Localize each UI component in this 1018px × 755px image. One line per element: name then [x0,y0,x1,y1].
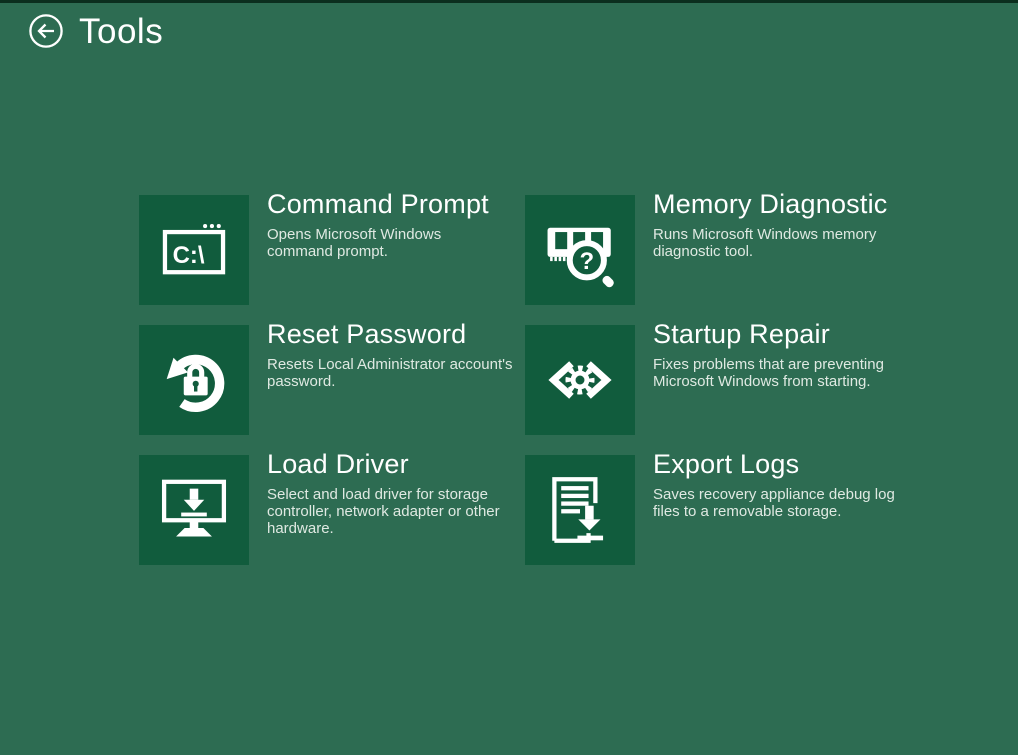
memory-diagnostic-icon-box: ? [525,195,635,305]
tool-title: Load Driver [267,448,525,480]
command-prompt-icon-box: C:\ [139,195,249,305]
tool-description: Opens Microsoft Windows command prompt. [267,226,525,260]
startup-repair-icon-box [525,325,635,435]
tool-tile-memory-diagnostic[interactable]: ? Memory Diagnostic Runs Microsoft Windo… [525,195,911,325]
tool-description: Resets Local Administrator account's pas… [267,356,525,390]
export-logs-icon-box [525,455,635,565]
tool-description: Select and load driver for storage contr… [267,486,525,537]
header: Tools [28,13,163,49]
reset-password-icon [153,339,235,421]
svg-text:C:\: C:\ [173,242,205,269]
load-driver-icon-box [139,455,249,565]
export-logs-icon [539,469,621,551]
back-button[interactable] [28,13,64,49]
tool-tile-reset-password[interactable]: Reset Password Resets Local Administrato… [139,325,525,455]
tool-tile-command-prompt[interactable]: C:\ Command Prompt Opens Microsoft Windo… [139,195,525,325]
page-title: Tools [79,14,163,49]
tools-grid: C:\ Command Prompt Opens Microsoft Windo… [139,195,911,585]
tool-description: Fixes problems that are preventing Micro… [653,356,911,390]
tool-tile-load-driver[interactable]: Load Driver Select and load driver for s… [139,455,525,585]
tool-title: Memory Diagnostic [653,188,911,220]
command-prompt-icon: C:\ [153,209,235,291]
back-arrow-icon [28,13,64,49]
tool-description: Saves recovery appliance debug log files… [653,486,911,520]
tool-title: Reset Password [267,318,525,350]
tool-title: Command Prompt [267,188,525,220]
startup-repair-icon [539,339,621,421]
tool-title: Startup Repair [653,318,911,350]
top-edge-strip [0,0,1018,3]
svg-text:?: ? [580,248,595,275]
reset-password-icon-box [139,325,249,435]
tool-tile-export-logs[interactable]: Export Logs Saves recovery appliance deb… [525,455,911,585]
memory-diagnostic-icon: ? [539,209,621,291]
tool-title: Export Logs [653,448,911,480]
tool-description: Runs Microsoft Windows memory diagnostic… [653,226,911,260]
load-driver-icon [153,469,235,551]
tool-tile-startup-repair[interactable]: Startup Repair Fixes problems that are p… [525,325,911,455]
